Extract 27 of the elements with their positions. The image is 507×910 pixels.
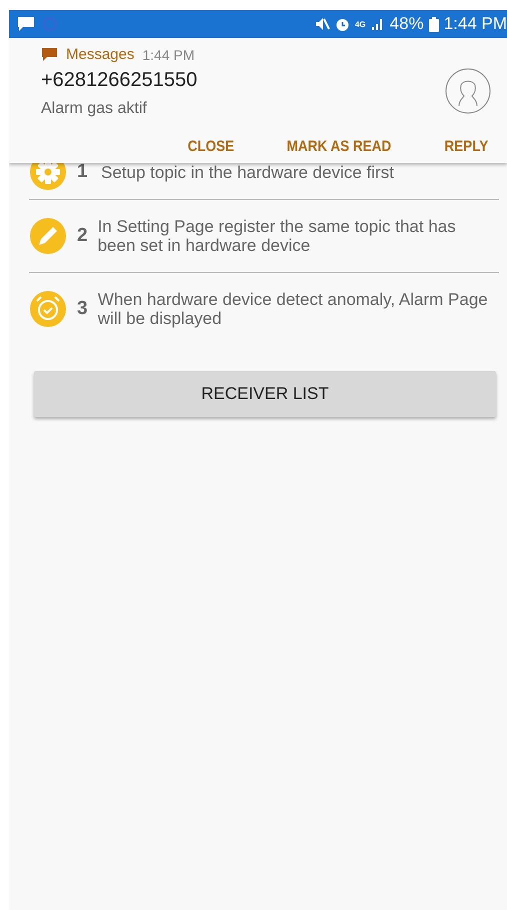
sender-number: +6281266251550 — [41, 69, 198, 92]
receiver-list-button[interactable]: RECEIVER LIST — [34, 371, 496, 417]
step-number: 3 — [77, 298, 88, 320]
message-text: Alarm gas aktif — [41, 100, 148, 118]
mute-icon — [314, 17, 330, 31]
step-text: When hardware device detect anomaly, Alarm Page will be displayed — [98, 290, 489, 328]
network-type: 4G — [354, 20, 366, 28]
pencil-icon — [29, 217, 67, 255]
notification-action-button[interactable]: MARK AS READ — [287, 136, 392, 157]
alarm-clock-icon — [29, 290, 67, 328]
message-icon — [41, 47, 58, 62]
app-name: Messages — [66, 46, 134, 63]
clock-time: 1:44 PM — [444, 14, 507, 34]
battery-level: 48% — [390, 14, 424, 34]
step-number: 2 — [77, 225, 88, 247]
alarm-clock-icon — [334, 16, 350, 32]
notification-time: 1:44 PM — [142, 46, 195, 62]
battery-icon — [428, 16, 439, 32]
notification-action-button[interactable]: CLOSE — [187, 136, 234, 157]
circle-icon — [43, 17, 57, 31]
step-text: In Setting Page register the same topic that has been set in hardware device — [98, 217, 457, 255]
notification-action-button[interactable]: REPLY — [444, 136, 489, 157]
message-icon — [17, 16, 35, 32]
avatar-icon — [445, 68, 491, 114]
step-number: 1 — [77, 161, 89, 183]
step-text: Setup topic in the hardware device first — [101, 162, 395, 182]
signal-icon — [370, 17, 385, 31]
